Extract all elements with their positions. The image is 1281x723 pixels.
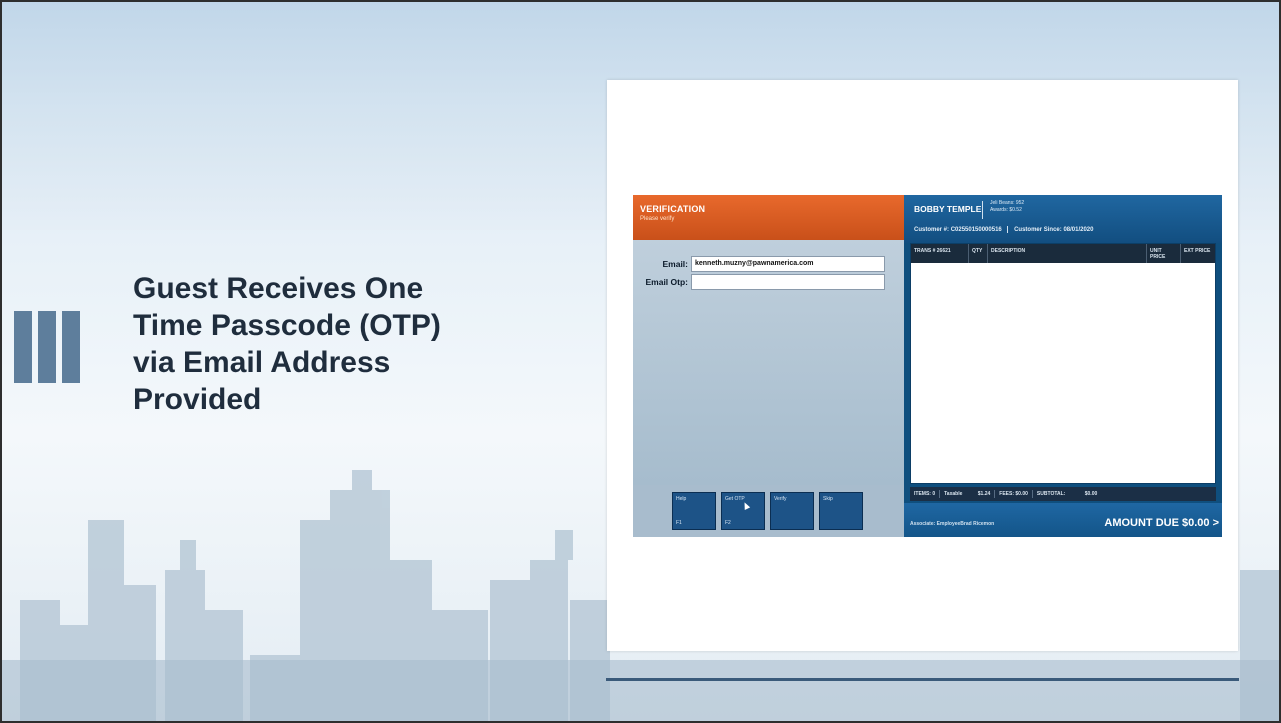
rewards-awards: Awards: $0.52: [990, 207, 1022, 213]
column-header-qty: QTY: [969, 244, 988, 263]
amount-due-bar: Associate: EmployeeBrad Ricemon AMOUNT D…: [904, 503, 1222, 537]
verification-panel: VERIFICATION Please verify Email: kennet…: [633, 195, 904, 537]
verify-button[interactable]: Verify: [770, 492, 814, 530]
verification-title: VERIFICATION: [640, 204, 706, 214]
fees-total: FEES: $0.00: [995, 490, 1033, 498]
amount-due-button[interactable]: AMOUNT DUE $0.00 >: [1104, 517, 1219, 529]
column-header-unit-price: UNIT PRICE: [1147, 244, 1181, 263]
email-field[interactable]: kenneth.muzny@pawnamerica.com: [691, 256, 885, 272]
skip-button-label: Skip: [823, 496, 833, 502]
email-otp-field[interactable]: [691, 274, 885, 290]
email-otp-label: Email Otp:: [645, 277, 688, 287]
get-otp-button-key: F2: [725, 520, 731, 526]
totals-bar: ITEMS: 0 Taxable $1.24 FEES: $0.00 SUBTO…: [910, 487, 1216, 501]
taxable-label: Taxable: [944, 491, 963, 497]
customer-name: BOBBY TEMPLE: [914, 204, 982, 214]
skip-button[interactable]: Skip: [819, 492, 863, 530]
customer-bracket-divider: [982, 201, 988, 219]
slide-title-line: Provided: [133, 383, 262, 416]
transaction-table: TRANS # 26621 QTY DESCRIPTION UNIT PRICE…: [910, 243, 1216, 484]
transaction-panel: BOBBY TEMPLE Jeli Beans: 952 Awards: $0.…: [904, 195, 1222, 537]
function-key-bar: Help F1 Get OTP F2 Verify Skip: [633, 485, 904, 537]
help-button-label: Help: [676, 496, 687, 502]
get-otp-button-label: Get OTP: [725, 496, 745, 502]
customer-number-label: Customer #:: [914, 227, 950, 234]
slide-title-line: Guest Receives One: [133, 272, 424, 305]
slide-title-line: via Email Address: [133, 346, 391, 379]
taxable-value: $1.24: [977, 491, 991, 497]
customer-since-label: Customer Since:: [1014, 227, 1062, 234]
verification-form: Email: kenneth.muzny@pawnamerica.com Ema…: [633, 240, 904, 485]
pos-application-window: VERIFICATION Please verify Email: kennet…: [633, 195, 1222, 537]
email-label: Email:: [662, 259, 688, 269]
mouse-cursor-icon: [741, 501, 751, 510]
customer-info-line: Customer #: C02550150000516 Customer Sin…: [914, 226, 1093, 233]
customer-number-value: C02550150000516: [950, 227, 1002, 234]
verification-subtitle: Please verify: [640, 216, 675, 222]
help-button-key: F1: [676, 520, 682, 526]
pos-screenshot-card: VERIFICATION Please verify Email: kennet…: [607, 80, 1238, 651]
accent-bars-decoration: [14, 311, 80, 383]
column-header-trans: TRANS # 26621: [911, 244, 969, 263]
subtotal-value: $0.00: [1084, 491, 1098, 497]
subtotal-group: SUBTOTAL: $0.00: [1033, 490, 1101, 498]
slide-title: Guest Receives One Time Passcode (OTP) v…: [133, 270, 533, 418]
rewards-jeli-beans: Jeli Beans: 952: [990, 200, 1025, 206]
transaction-table-header: TRANS # 26621 QTY DESCRIPTION UNIT PRICE…: [911, 244, 1215, 263]
get-otp-button[interactable]: Get OTP F2: [721, 492, 765, 530]
taxable-group: Taxable $1.24: [940, 490, 996, 498]
customer-since-value: 08/01/2020: [1063, 227, 1094, 234]
associate-name: Associate: EmployeeBrad Ricemon: [910, 521, 995, 527]
column-header-description: DESCRIPTION: [988, 244, 1147, 263]
verify-button-label: Verify: [774, 496, 787, 502]
subtotal-label: SUBTOTAL:: [1036, 491, 1066, 497]
email-otp-row: Email Otp:: [637, 274, 885, 290]
help-button[interactable]: Help F1: [672, 492, 716, 530]
slide-title-line: Time Passcode (OTP): [133, 309, 441, 342]
customer-rewards: Jeli Beans: 952 Awards: $0.52: [990, 200, 1024, 214]
card-underline-rule: [606, 678, 1239, 681]
items-count: ITEMS: 0: [910, 490, 941, 498]
verification-header: VERIFICATION Please verify: [633, 195, 904, 240]
info-divider: [1007, 226, 1009, 233]
customer-header: BOBBY TEMPLE Jeli Beans: 952 Awards: $0.…: [904, 195, 1222, 243]
column-header-ext-price: EXT PRICE: [1184, 248, 1211, 254]
email-row: Email: kenneth.muzny@pawnamerica.com: [637, 256, 885, 272]
